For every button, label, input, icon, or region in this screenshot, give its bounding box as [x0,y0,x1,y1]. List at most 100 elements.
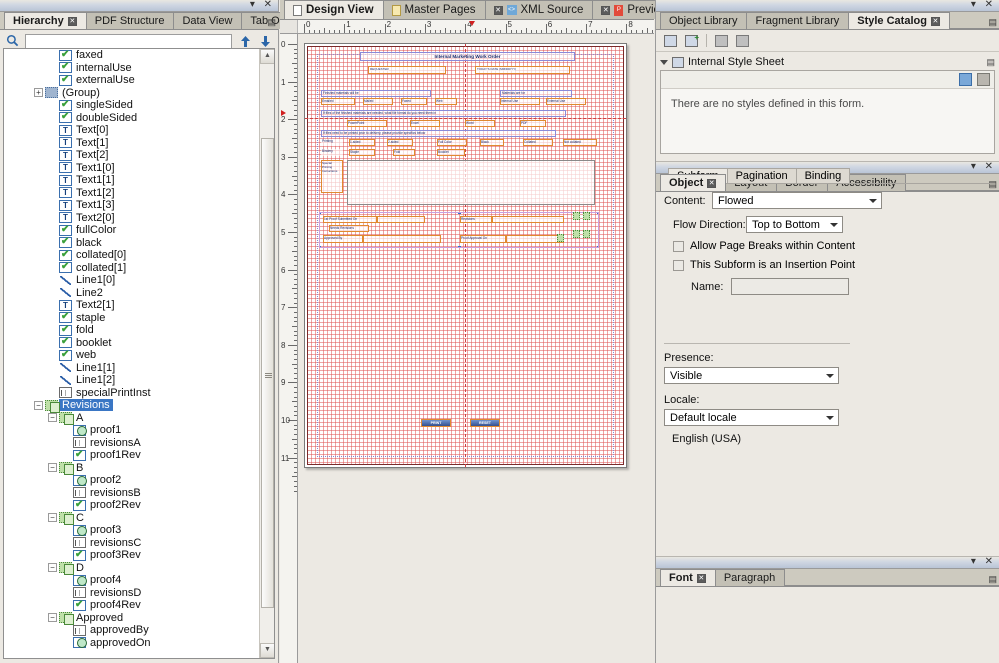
tree-item-web[interactable]: web [4,349,259,362]
tree-item-proof1[interactable]: proof1 [4,424,259,437]
tree-item-approvedby[interactable]: approvedBy [4,624,259,637]
reset-button[interactable]: RESET [470,419,500,427]
tab-pdf-structure[interactable]: PDF Structure [85,12,175,29]
option-faxed[interactable]: Faxed [401,98,427,105]
tree-item-revisionsa[interactable]: revisionsA [4,437,259,450]
tree-item-black[interactable]: black [4,236,259,250]
locale-select[interactable]: Default locale [664,409,839,426]
insertion-point-checkbox[interactable] [673,259,684,271]
tree-item-line1-2[interactable]: Line1[2] [4,374,259,387]
tree-item-approved[interactable]: − Approved [4,612,259,626]
tab-fragment-library[interactable]: Fragment Library [746,12,850,29]
chevron-down-icon[interactable] [660,59,668,65]
tree-item-text-2[interactable]: T Text[2] [4,149,259,162]
close-icon[interactable]: ✕ [493,5,503,15]
tree-item-proof3[interactable]: proof3 [4,524,259,537]
style-sheet-menu-icon[interactable]: ▤ [986,57,995,68]
date-field[interactable]: TODAY'S DATE (MM/DD/YY) [475,66,570,74]
internal-style-sheet-header[interactable]: Internal Style Sheet ▤ [660,55,995,69]
option-not-collated[interactable]: Not collated [563,139,597,146]
option-excel[interactable]: Excel [410,120,440,127]
print-button[interactable]: PRINT [421,419,451,427]
folder-icon[interactable] [977,73,990,86]
subtab-binding[interactable]: Binding [795,168,851,183]
tree-item-booklet[interactable]: booklet [4,336,259,350]
proof-submitted-field[interactable] [377,216,425,223]
selection-handle[interactable] [597,246,598,247]
option-booklet[interactable]: Booklet [437,149,465,156]
selection-handle[interactable] [320,213,321,214]
new-style-icon[interactable] [662,33,679,49]
option-emailed[interactable]: Emailed [321,98,355,105]
scroll-up-arrow-icon[interactable]: ▲ [260,49,274,64]
option-powerpoint[interactable]: PowerPoint [347,120,387,127]
tab-paragraph[interactable]: Paragraph [714,569,786,586]
tree-item-internaluse[interactable]: internalUse [4,61,259,75]
tree-item-group[interactable]: + (Group) [4,87,259,100]
tabstrip-menu-icon[interactable]: ▤ [988,17,997,28]
option-full-color[interactable]: Full Color [437,139,467,146]
collapse-icon[interactable]: − [48,513,57,523]
tree-item-b[interactable]: − B [4,462,259,476]
tree-item-revisions[interactable]: − Revisions [4,399,259,413]
revisions-field[interactable] [492,216,564,223]
insertion-point-row[interactable]: This Subform is an Insertion Point [664,259,991,271]
selection-handle[interactable] [320,246,321,247]
design-canvas[interactable]: Internal Marketing Work Order REQUESTER … [299,34,654,663]
name-input[interactable] [731,278,849,295]
hierarchy-tree-scroll-area[interactable]: faxedinternalUseexternalUse + (Group)singl… [4,49,259,658]
close-icon[interactable]: ✕ [707,178,717,188]
option-mailed[interactable]: Mailed [363,98,393,105]
tree-item-line1-0[interactable]: Line1[0] [4,274,259,287]
panel-menu-and-close-icons[interactable]: ▾ ✕ [971,556,996,568]
content-select[interactable]: Flowed [712,192,882,209]
new-style-grid-icon[interactable] [959,73,972,86]
tree-item-text-1[interactable]: T Text[1] [4,137,259,150]
tree-item-c[interactable]: − C [4,512,259,526]
tree-item-line1-1[interactable]: Line1[1] [4,362,259,375]
tree-item-singlesided[interactable]: singleSided [4,99,259,112]
scrollbar-thumb[interactable] [261,138,274,608]
tree-item-proof2[interactable]: proof2 [4,474,259,487]
tree-item-fullcolor[interactable]: fullColor [4,224,259,237]
vertical-ruler[interactable]: 0 1 2 3 4 5 6 7 8 9 10 11 [280,34,298,663]
collapse-icon[interactable]: − [34,400,43,410]
add-style-icon[interactable]: + [683,33,700,49]
import-style-icon[interactable] [713,33,730,49]
form-page[interactable]: Internal Marketing Work Order REQUESTER … [304,43,627,468]
tree-item-text-0[interactable]: T Text[0] [4,124,259,137]
horizontal-ruler[interactable]: 012345678 [280,20,654,34]
expand-icon[interactable]: + [34,88,43,98]
option-internal-use[interactable]: Internal Use [500,98,540,105]
tree-item-text1-1[interactable]: T Text1[1] [4,174,259,187]
close-icon[interactable]: ✕ [930,16,940,26]
tree-item-proof4[interactable]: proof4 [4,574,259,587]
option-collated[interactable]: Collated [523,139,553,146]
collapse-icon[interactable]: − [48,463,57,473]
tabstrip-menu-icon[interactable]: ▤ [267,17,276,28]
proof-approval-field[interactable] [506,235,564,243]
selection-handle[interactable] [458,213,461,214]
collapse-icon[interactable]: − [48,563,57,573]
panel-menu-and-close-icons[interactable]: ▾ ✕ [250,0,275,11]
selection-handle[interactable] [458,246,461,247]
tab-hierarchy[interactable]: Hierarchy ✕ [4,12,87,29]
option-pdf[interactable]: PDF [520,120,546,127]
option-1-sided[interactable]: 1-sided [349,139,375,146]
tree-item-revisionsc[interactable]: revisionsC [4,537,259,550]
special-print-instructions-field[interactable] [347,160,595,205]
option-fold[interactable]: Fold [393,149,415,156]
option-staple[interactable]: Staple [349,149,375,156]
option-external-use[interactable]: External Use [546,98,586,105]
tree-item-text1-2[interactable]: T Text1[2] [4,187,259,200]
tree-item-proof2rev[interactable]: proof2Rev [4,499,259,512]
close-icon[interactable]: ✕ [696,573,706,583]
tree-item-approvedon[interactable]: approvedOn [4,637,259,650]
tree-item-collated-0[interactable]: collated[0] [4,249,259,262]
tab-object[interactable]: Object ✕ [660,174,727,191]
tree-item-staple[interactable]: staple [4,311,259,325]
tree-item-collated-1[interactable]: collated[1] [4,261,259,275]
needs-revisions-checkbox[interactable]: Needs Revisions [329,225,369,232]
tree-item-doublesided[interactable]: doubleSided [4,111,259,125]
tree-item-faxed[interactable]: faxed [4,49,259,62]
